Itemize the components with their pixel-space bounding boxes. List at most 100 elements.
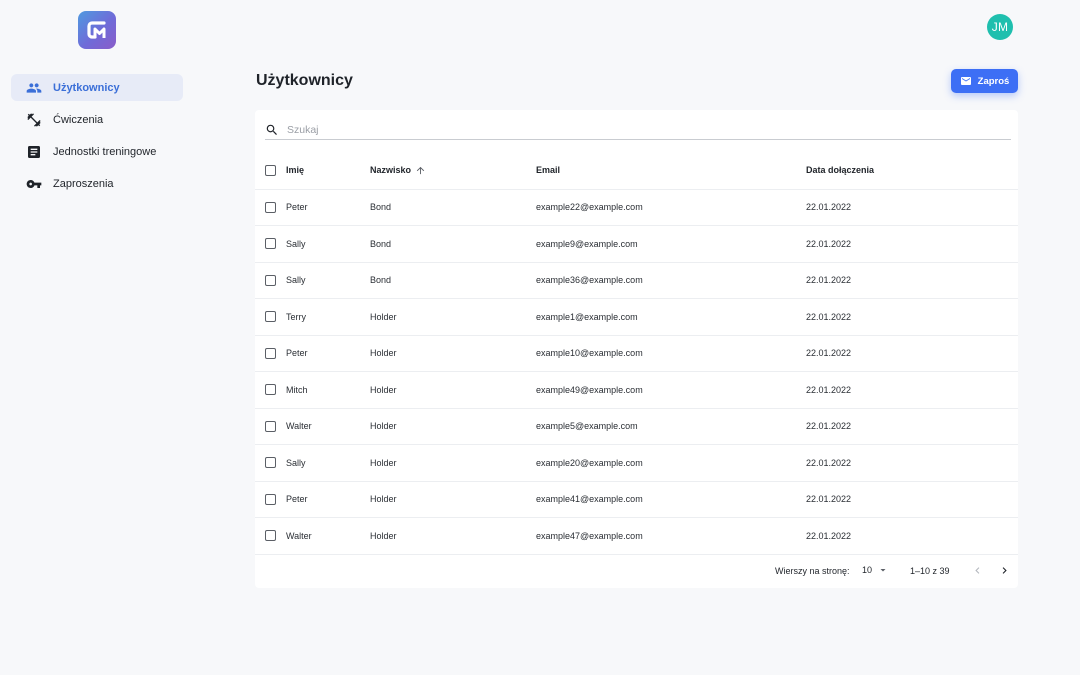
row-checkbox[interactable] (265, 530, 276, 542)
chevron-right-icon (1002, 567, 1007, 574)
cell-email: example10@example.com (536, 335, 806, 372)
pagination-range: 1–10 z 39 (910, 566, 950, 576)
cell-join-date: 22.01.2022 (806, 444, 1018, 482)
cell-first-name: Mitch (286, 371, 370, 409)
cell-last-name: Bond (370, 262, 536, 299)
table-row[interactable]: Sally Bond example9@example.com 22.01.20… (255, 225, 1018, 263)
table-row[interactable]: Sally Holder example20@example.com 22.01… (255, 444, 1018, 482)
users-table-card: Imię Nazwisko Email Data dołączenia Pete… (255, 110, 1018, 588)
row-checkbox[interactable] (265, 274, 276, 286)
cell-join-date: 22.01.2022 (806, 298, 1018, 336)
pagination: Wierszy na stronę: 10 1–10 z 39 (255, 559, 1018, 583)
select-all-checkbox[interactable] (265, 164, 276, 176)
rows-per-page-label: Wierszy na stronę: (775, 566, 850, 576)
cell-last-name: Holder (370, 298, 536, 336)
table-row[interactable]: Mitch Holder example49@example.com 22.01… (255, 371, 1018, 409)
sidebar-item-invitations[interactable]: Zaproszenia (11, 170, 183, 197)
cell-last-name: Holder (370, 335, 536, 372)
users-icon (26, 80, 42, 96)
sidebar-item-label: Zaproszenia (53, 177, 114, 190)
cell-last-name: Holder (370, 481, 536, 518)
column-header-label: Nazwisko (370, 165, 412, 176)
app-logo-icon (87, 21, 106, 39)
cell-join-date: 22.01.2022 (806, 335, 1018, 372)
cell-join-date: 22.01.2022 (806, 225, 1018, 263)
sidebar-item-training-units[interactable]: Jednostki treningowe (11, 138, 183, 165)
table-row[interactable]: Terry Holder example1@example.com 22.01.… (255, 298, 1018, 336)
invite-button[interactable]: Zaproś (951, 69, 1018, 93)
cell-join-date: 22.01.2022 (806, 481, 1018, 518)
table-row[interactable]: Peter Holder example10@example.com 22.01… (255, 335, 1018, 372)
cell-last-name: Holder (370, 371, 536, 409)
cell-email: example22@example.com (536, 189, 806, 226)
cell-email: example5@example.com (536, 408, 806, 445)
sidebar-item-users[interactable]: Użytkownicy (11, 74, 183, 101)
previous-page-button[interactable] (971, 564, 984, 579)
sort-ascending-icon[interactable] (415, 165, 426, 176)
cell-last-name: Bond (370, 189, 536, 226)
table-row[interactable]: Peter Bond example22@example.com 22.01.2… (255, 189, 1018, 226)
row-checkbox[interactable] (265, 457, 276, 469)
row-checkbox[interactable] (265, 201, 276, 213)
cell-first-name: Peter (286, 335, 370, 372)
chevron-left-icon (975, 567, 980, 574)
cell-email: example36@example.com (536, 262, 806, 299)
sidebar-item-exercises[interactable]: Ćwiczenia (11, 106, 183, 133)
row-checkbox[interactable] (265, 493, 276, 505)
rows-per-page-value: 10 (862, 565, 873, 575)
dropdown-arrow-icon (880, 569, 886, 572)
cell-email: example49@example.com (536, 371, 806, 409)
rows-per-page-select[interactable]: 10 (862, 564, 889, 576)
cell-join-date: 22.01.2022 (806, 371, 1018, 409)
cell-first-name: Sally (286, 225, 370, 263)
cell-last-name: Holder (370, 444, 536, 482)
cell-email: example41@example.com (536, 481, 806, 518)
cell-join-date: 22.01.2022 (806, 262, 1018, 299)
cell-first-name: Walter (286, 408, 370, 445)
fitness-icon (26, 112, 42, 128)
app-logo[interactable] (78, 11, 116, 49)
cell-first-name: Peter (286, 481, 370, 518)
list-icon (26, 144, 42, 160)
cell-join-date: 22.01.2022 (806, 189, 1018, 226)
row-checkbox[interactable] (265, 420, 276, 432)
cell-first-name: Walter (286, 517, 370, 555)
cell-first-name: Terry (286, 298, 370, 336)
row-checkbox[interactable] (265, 347, 276, 359)
sidebar-item-label: Użytkownicy (53, 81, 120, 94)
users-table: Imię Nazwisko Email Data dołączenia Pete… (255, 152, 1018, 555)
cell-email: example20@example.com (536, 444, 806, 482)
search-icon (266, 124, 277, 135)
table-row[interactable]: Peter Holder example41@example.com 22.01… (255, 481, 1018, 518)
table-header-row: Imię Nazwisko Email Data dołączenia (255, 152, 1018, 190)
cell-last-name: Holder (370, 408, 536, 445)
cell-first-name: Sally (286, 444, 370, 482)
table-row[interactable]: Sally Bond example36@example.com 22.01.2… (255, 262, 1018, 299)
cell-email: example9@example.com (536, 225, 806, 263)
next-page-button[interactable] (998, 564, 1011, 579)
sidebar-item-label: Jednostki treningowe (53, 145, 157, 158)
invite-button-label: Zaproś (977, 75, 1010, 87)
column-header-last-name[interactable]: Nazwisko (370, 152, 536, 190)
cell-email: example1@example.com (536, 298, 806, 336)
column-header-first-name[interactable]: Imię (286, 152, 370, 190)
row-checkbox[interactable] (265, 238, 276, 250)
search-bar (265, 121, 1011, 140)
cell-first-name: Sally (286, 262, 370, 299)
column-header-join-date[interactable]: Data dołączenia (806, 152, 1018, 190)
search-input[interactable] (287, 124, 887, 136)
cell-last-name: Holder (370, 517, 536, 555)
table-row[interactable]: Walter Holder example5@example.com 22.01… (255, 408, 1018, 445)
sidebar-item-label: Ćwiczenia (53, 113, 104, 126)
page-title: Użytkownicy (256, 72, 353, 89)
sidebar: Użytkownicy Ćwiczenia Jednostki treningo… (11, 74, 183, 202)
row-checkbox[interactable] (265, 384, 276, 396)
row-checkbox[interactable] (265, 311, 276, 323)
column-header-email[interactable]: Email (536, 152, 806, 190)
avatar[interactable]: JM (987, 14, 1013, 40)
table-row[interactable]: Walter Holder example47@example.com 22.0… (255, 517, 1018, 555)
cell-email: example47@example.com (536, 517, 806, 555)
cell-last-name: Bond (370, 225, 536, 263)
mail-icon (960, 77, 971, 85)
cell-join-date: 22.01.2022 (806, 408, 1018, 445)
